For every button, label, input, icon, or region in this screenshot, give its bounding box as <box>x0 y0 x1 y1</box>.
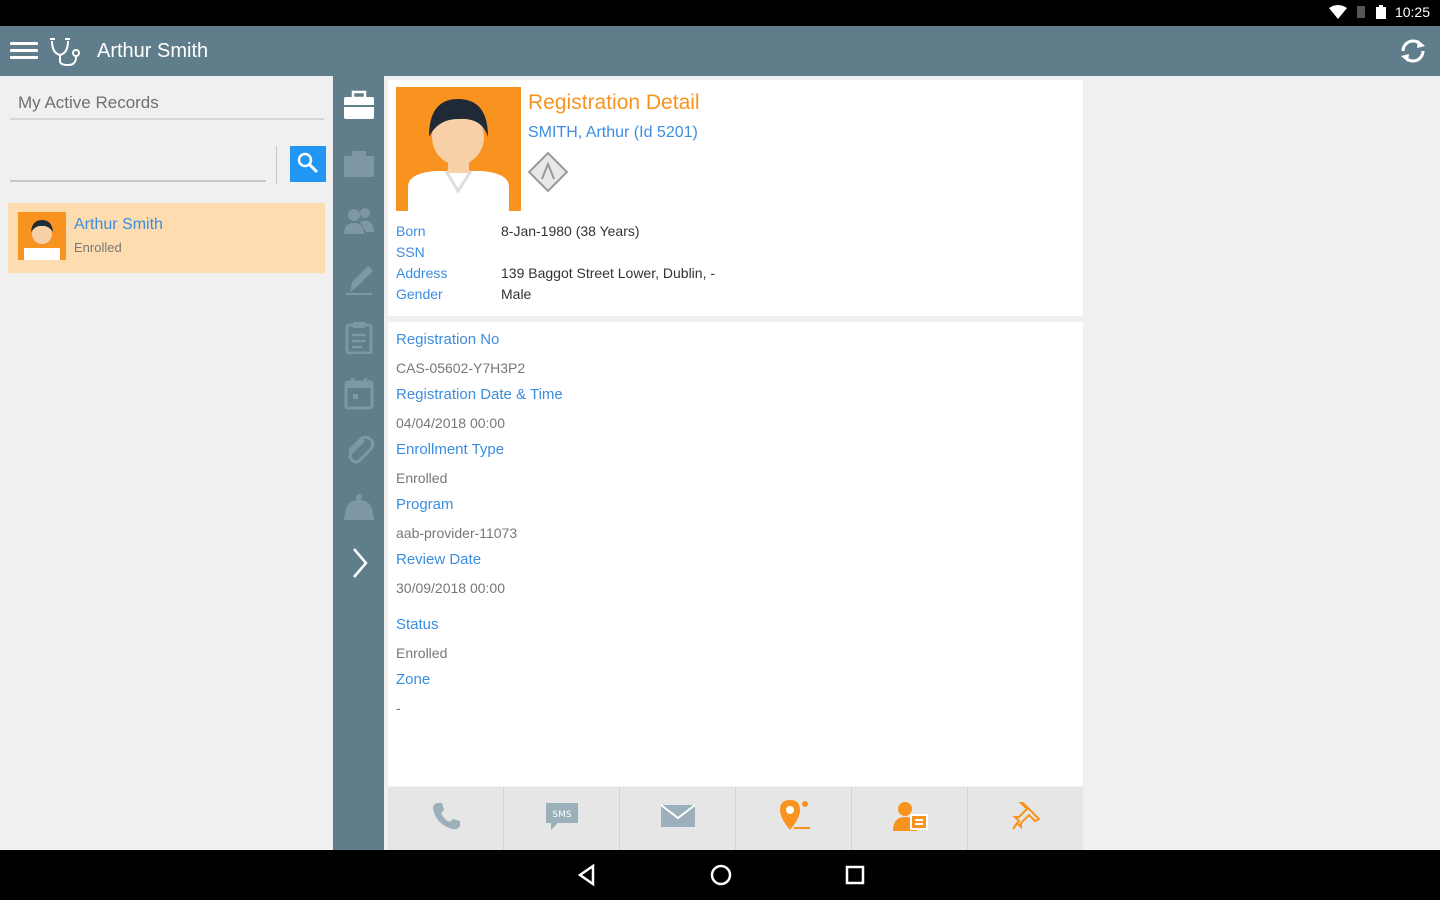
records-pane: My Active Records Arthur Smith Enrolled <box>0 76 333 850</box>
registration-header-card: Registration Detail SMITH, Arthur (Id 52… <box>388 80 1083 316</box>
zone-label: Zone <box>396 671 431 688</box>
pen-icon[interactable] <box>342 262 376 296</box>
ssn-row: SSN <box>396 244 1046 262</box>
address-row: Address 139 Baggot Street Lower, Dublin,… <box>396 265 1046 283</box>
pin-icon <box>1009 799 1043 838</box>
wifi-icon <box>1328 5 1347 19</box>
program-label: Program <box>396 496 454 513</box>
born-label: Born <box>396 223 426 239</box>
search-input[interactable] <box>10 146 266 182</box>
home-icon[interactable] <box>709 863 733 887</box>
search-button[interactable] <box>290 146 326 182</box>
registration-no-value: CAS-05602-Y7H3P2 <box>396 360 526 376</box>
gender-row: Gender Male <box>396 286 1046 304</box>
section-icon-rail <box>333 76 384 850</box>
sms-icon: SMS <box>544 800 580 837</box>
pin-button[interactable] <box>968 787 1083 850</box>
search-divider <box>276 146 277 184</box>
phone-icon <box>430 800 462 837</box>
contact-card-icon <box>891 799 929 838</box>
ssn-label: SSN <box>396 244 425 260</box>
menu-icon[interactable] <box>10 39 38 63</box>
gender-value: Male <box>501 286 532 302</box>
gender-label: Gender <box>396 286 443 302</box>
review-date-label: Review Date <box>396 551 482 568</box>
registration-date-value: 04/04/2018 00:00 <box>396 415 505 431</box>
detail-title: Registration Detail <box>528 91 700 114</box>
record-list-item[interactable]: Arthur Smith Enrolled <box>8 203 325 273</box>
status-bar: 10:25 <box>0 0 1440 26</box>
people-icon[interactable] <box>342 204 376 238</box>
born-row: Born 8-Jan-1980 (38 Years) <box>396 223 1046 241</box>
profile-photo <box>396 87 521 211</box>
contact-card-button[interactable] <box>852 787 968 850</box>
action-bar: SMS <box>388 787 1083 850</box>
detail-subtitle[interactable]: SMITH, Arthur (Id 5201) <box>528 124 698 142</box>
empty-area <box>1083 76 1440 850</box>
svg-text:SMS: SMS <box>552 810 571 820</box>
born-value: 8-Jan-1980 (38 Years) <box>501 223 640 239</box>
email-button[interactable] <box>620 787 736 850</box>
enrollment-type-value: Enrolled <box>396 470 448 486</box>
address-label: Address <box>396 265 448 281</box>
location-button[interactable] <box>736 787 852 850</box>
registration-date-label: Registration Date & Time <box>396 386 563 403</box>
chevron-right-icon[interactable] <box>342 546 376 580</box>
briefcase-icon[interactable] <box>342 88 376 122</box>
registration-fields-card: Registration No CAS-05602-Y7H3P2 Registr… <box>388 322 1083 786</box>
calendar-icon[interactable] <box>342 376 376 410</box>
app-bar: Arthur Smith <box>0 26 1440 76</box>
review-date-value: 30/09/2018 00:00 <box>396 580 505 596</box>
sms-button[interactable]: SMS <box>504 787 620 850</box>
records-header: My Active Records <box>10 90 324 120</box>
back-icon[interactable] <box>575 863 599 887</box>
folder-icon[interactable] <box>342 146 376 180</box>
status-time: 10:25 <box>1394 4 1430 20</box>
record-status: Enrolled <box>74 240 122 255</box>
enrollment-type-label: Enrollment Type <box>396 441 505 458</box>
status-value: Enrolled <box>396 645 448 661</box>
stethoscope-logo-icon <box>48 35 82 67</box>
bell-icon[interactable] <box>342 488 376 522</box>
program-value: aab-provider-11073 <box>396 525 518 541</box>
location-icon <box>776 798 812 839</box>
call-button[interactable] <box>388 787 504 850</box>
clipboard-icon[interactable] <box>342 320 376 354</box>
search-icon <box>296 151 320 178</box>
sync-icon[interactable] <box>1396 35 1430 67</box>
record-name: Arthur Smith <box>74 216 163 233</box>
registration-no-label: Registration No <box>396 331 500 348</box>
warning-diamond-icon <box>527 151 569 193</box>
battery-icon <box>1375 5 1387 19</box>
signal-icon <box>1355 5 1367 19</box>
paperclip-icon[interactable] <box>342 432 376 466</box>
status-label: Status <box>396 616 439 633</box>
avatar <box>18 212 66 260</box>
recents-icon[interactable] <box>843 863 867 887</box>
zone-value: - <box>396 700 401 716</box>
app-title: Arthur Smith <box>97 40 209 62</box>
system-nav-bar <box>0 850 1440 900</box>
address-value: 139 Baggot Street Lower, Dublin, - <box>501 265 716 281</box>
email-icon <box>659 802 696 835</box>
